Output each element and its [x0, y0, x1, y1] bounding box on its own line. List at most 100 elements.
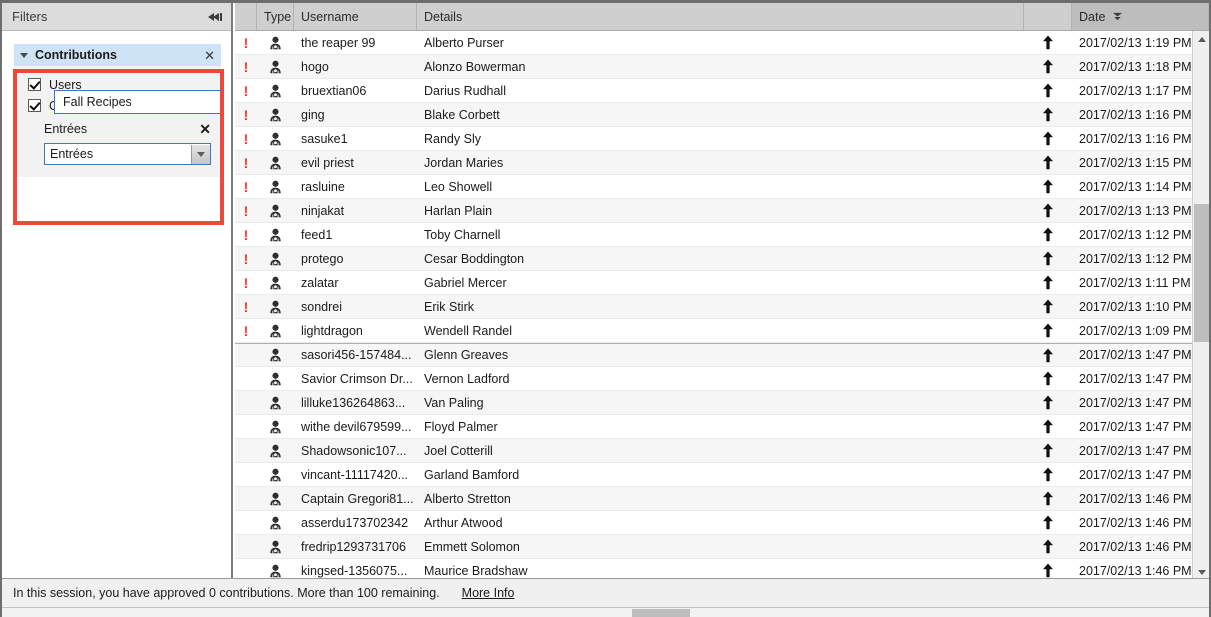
vertical-scrollbar-thumb[interactable]: [1194, 204, 1209, 342]
priority-flag-icon: !: [243, 130, 249, 147]
table-row[interactable]: Shadowsonic107... Joel Cotterill 2017/02/1…: [235, 439, 1209, 463]
comments-reviews-checkbox[interactable]: [28, 99, 41, 112]
status-bar-text: In this session, you have approved 0 con…: [13, 586, 440, 600]
table-row[interactable]: Captain Gregori81... Alberto Stretton 2017…: [235, 487, 1209, 511]
cell-details: Jordan Maries: [424, 155, 504, 170]
priority-flag-icon: !: [243, 202, 249, 219]
table-row[interactable]: ! feed1 Toby Charnell 2017/02/13 1:12 PM: [235, 223, 1209, 247]
arrow-up-icon: [1024, 227, 1072, 242]
cell-date: 2017/02/13 1:12 PM: [1079, 251, 1192, 266]
table-row[interactable]: ! zalatar Gabriel Mercer 2017/02/13 1:11 PM: [235, 271, 1209, 295]
cell-username: sasuke1: [301, 131, 348, 146]
arrow-up-icon: [1024, 275, 1072, 290]
collapse-left-icon[interactable]: [207, 10, 223, 24]
filters-title: Filters: [12, 9, 48, 24]
horizontal-scrollbar[interactable]: [2, 607, 1209, 617]
close-icon[interactable]: ✕: [199, 121, 211, 138]
table-row[interactable]: asserdu173702342 Arthur Atwood 2017/02/13 …: [235, 511, 1209, 535]
cell-date: 2017/02/13 1:47 PM: [1079, 371, 1192, 386]
column-header-type[interactable]: Type: [257, 3, 294, 30]
table-row[interactable]: fredrip1293731706 Emmett Solomon 2017/02/1…: [235, 535, 1209, 559]
horizontal-scrollbar-thumb[interactable]: [632, 609, 690, 617]
subfilter-label: Entrées: [44, 122, 88, 136]
table-body: ! the reaper 99 Alberto Purser 2017/02/13 1…: [235, 31, 1209, 581]
cell-details: Wendell Randel: [424, 323, 513, 338]
person-icon: [257, 60, 294, 74]
arrow-up-icon: [1024, 467, 1072, 482]
users-checkbox[interactable]: [28, 78, 41, 91]
column-header-username[interactable]: Username: [294, 3, 417, 30]
table-row[interactable]: ! bruextian06 Darius Rudhall 2017/02/13 1:1…: [235, 79, 1209, 103]
scroll-up-button[interactable]: [1193, 31, 1209, 48]
table-row[interactable]: Savior Crimson Dr... Vernon Ladford 2017/0…: [235, 367, 1209, 391]
arrow-up-icon: [1024, 395, 1072, 410]
cell-username: ninjakat: [301, 203, 345, 218]
cell-username: withe devil679599...: [301, 419, 412, 434]
cell-date: 2017/02/13 1:16 PM: [1079, 131, 1192, 146]
table-row[interactable]: withe devil679599... Floyd Palmer 2017/02/…: [235, 415, 1209, 439]
table-row[interactable]: ! ging Blake Corbett 2017/02/13 1:16 PM: [235, 103, 1209, 127]
table-row[interactable]: ! evil priest Jordan Maries 2017/02/13 1:15…: [235, 151, 1209, 175]
cell-details: Maurice Bradshaw: [424, 563, 528, 578]
contributions-section-header[interactable]: Contributions ✕: [14, 44, 221, 66]
table-row[interactable]: ! the reaper 99 Alberto Purser 2017/02/13 1…: [235, 31, 1209, 55]
category-select-dropdown[interactable]: Fall Recipes: [54, 90, 221, 114]
application-window: Filters Contributions ✕ Users Comments &…: [0, 0, 1211, 617]
sort-descending-icon[interactable]: [1112, 11, 1123, 22]
table-row[interactable]: ! lightdragon Wendell Randel 2017/02/13 1:0…: [235, 319, 1209, 343]
table-row[interactable]: ! rasluine Leo Showell 2017/02/13 1:14 PM: [235, 175, 1209, 199]
table-row[interactable]: ! sasuke1 Randy Sly 2017/02/13 1:16 PM: [235, 127, 1209, 151]
column-header-date[interactable]: Date: [1072, 3, 1209, 30]
cell-date: 2017/02/13 1:47 PM: [1079, 348, 1192, 362]
cell-date: 2017/02/13 1:16 PM: [1079, 107, 1192, 122]
priority-flag-icon: !: [243, 322, 249, 339]
contributions-table: Type Username Details Date ! the reaper 9…: [235, 3, 1209, 581]
cell-details: Arthur Atwood: [424, 515, 503, 530]
column-header-details[interactable]: Details: [417, 3, 1024, 30]
arrow-up-icon: [1024, 563, 1072, 578]
cell-date: 2017/02/13 1:18 PM: [1079, 59, 1192, 74]
priority-flag-icon: !: [243, 154, 249, 171]
arrow-up-icon: [1024, 539, 1072, 554]
cell-username: protego: [301, 251, 344, 266]
cell-details: Cesar Boddington: [424, 251, 525, 266]
dropdown-option-fall-recipes[interactable]: Fall Recipes: [55, 91, 220, 113]
table-row[interactable]: ! ninjakat Harlan Plain 2017/02/13 1:13 PM: [235, 199, 1209, 223]
column-header-flag[interactable]: [235, 3, 257, 30]
person-icon: [257, 420, 294, 434]
cell-date: 2017/02/13 1:10 PM: [1079, 299, 1192, 314]
person-icon: [257, 396, 294, 410]
cell-username: lightdragon: [301, 323, 363, 338]
table-row[interactable]: lilluke136264863... Van Paling 2017/02/13 …: [235, 391, 1209, 415]
more-info-link[interactable]: More Info: [462, 586, 515, 600]
priority-flag-icon: !: [243, 274, 249, 291]
table-row[interactable]: ! sondrei Erik Stirk 2017/02/13 1:10 PM: [235, 295, 1209, 319]
cell-username: sasori456-157484...: [301, 348, 412, 362]
table-header-row: Type Username Details Date: [235, 3, 1209, 31]
table-row[interactable]: vincant-11117420... Garland Bamford 2017/0…: [235, 463, 1209, 487]
contributions-section-label: Contributions: [35, 48, 117, 62]
cell-details: Alberto Purser: [424, 35, 504, 50]
priority-flag-icon: !: [243, 82, 249, 99]
cell-username: asserdu173702342: [301, 515, 409, 530]
table-row[interactable]: sasori456-157484... Glenn Greaves 2017/02/…: [235, 343, 1209, 367]
cell-date: 2017/02/13 1:46 PM: [1079, 539, 1192, 554]
table-row[interactable]: ! hogo Alonzo Bowerman 2017/02/13 1:18 PM: [235, 55, 1209, 79]
chevron-down-icon[interactable]: [191, 144, 210, 164]
cell-username: evil priest: [301, 155, 354, 170]
filters-panel: Filters Contributions ✕ Users Comments &…: [2, 3, 233, 581]
cell-username: the reaper 99: [301, 35, 376, 50]
close-icon[interactable]: ✕: [204, 49, 215, 62]
cell-date: 2017/02/13 1:46 PM: [1079, 563, 1192, 578]
arrow-up-icon: [1024, 348, 1072, 363]
person-icon: [257, 156, 294, 170]
vertical-scrollbar[interactable]: [1192, 31, 1209, 581]
caret-down-icon[interactable]: [20, 52, 28, 58]
cell-username: lilluke136264863...: [301, 395, 406, 410]
category-select[interactable]: Entrées: [44, 143, 211, 165]
cell-username: Savior Crimson Dr...: [301, 371, 413, 386]
person-icon: [257, 180, 294, 194]
column-header-direction[interactable]: [1024, 3, 1072, 30]
table-row[interactable]: ! protego Cesar Boddington 2017/02/13 1:12 …: [235, 247, 1209, 271]
cell-details: Emmett Solomon: [424, 539, 520, 554]
